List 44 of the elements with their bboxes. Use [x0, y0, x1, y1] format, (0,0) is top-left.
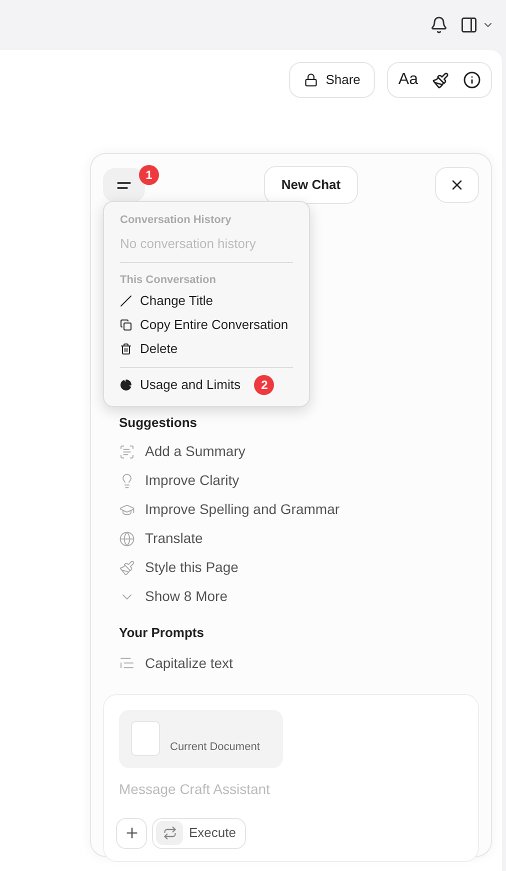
empty-history-text: No conversation history [120, 234, 257, 253]
execute-button[interactable]: Execute [152, 818, 246, 848]
menu-item[interactable]: Change Title [120, 288, 293, 312]
new-chat-button[interactable]: New Chat [264, 166, 358, 204]
document-thumbnail [131, 720, 160, 756]
pie-chart-icon [120, 378, 132, 390]
step-badge: 1 [139, 165, 159, 185]
suggestion-item[interactable]: Show 8 More [103, 582, 479, 611]
menu-button[interactable] [103, 168, 145, 202]
plus-icon [124, 825, 140, 841]
suggestion-item[interactable]: Add a Summary [103, 437, 479, 466]
share-button[interactable]: Share [288, 62, 376, 98]
suggestion-item[interactable]: Translate [103, 524, 479, 553]
scan-text-icon [119, 444, 135, 460]
menu-icon [117, 180, 131, 190]
brush-icon[interactable] [432, 72, 449, 88]
text-lines-icon [119, 655, 135, 671]
globe-icon [119, 530, 135, 546]
menu-heading: This Conversation [120, 273, 217, 288]
copy-icon [120, 318, 132, 330]
suggestion-item[interactable]: Improve Clarity [103, 466, 479, 495]
suggestion-item[interactable]: Improve Spelling and Grammar [103, 495, 479, 524]
slash-icon [120, 294, 132, 306]
font-button[interactable]: Aa [398, 68, 418, 92]
menu-item[interactable]: Usage and Limits [120, 374, 240, 396]
add-button[interactable] [116, 818, 147, 848]
info-icon[interactable] [463, 71, 481, 89]
step-badge: 2 [254, 374, 274, 394]
menu-item[interactable]: Delete [120, 336, 293, 360]
menu-heading: Conversation History [120, 213, 232, 228]
section-heading: Your Prompts [119, 624, 205, 642]
bell-icon[interactable] [430, 16, 448, 34]
section-heading: Suggestions [119, 415, 198, 431]
message-field[interactable]: Message Craft Assistant [119, 780, 463, 800]
repeat-icon [156, 821, 183, 845]
prompt-item[interactable]: Capitalize text [103, 648, 479, 678]
suggestion-item[interactable]: Style this Page [103, 553, 479, 582]
close-button[interactable] [434, 167, 479, 203]
brush-icon [119, 560, 135, 576]
attachment-label: Current Document [170, 740, 260, 755]
panel-icon[interactable] [460, 16, 478, 34]
trash-icon [120, 342, 132, 354]
lock-icon [304, 73, 318, 87]
menu-item[interactable]: Copy Entire Conversation [120, 312, 293, 336]
